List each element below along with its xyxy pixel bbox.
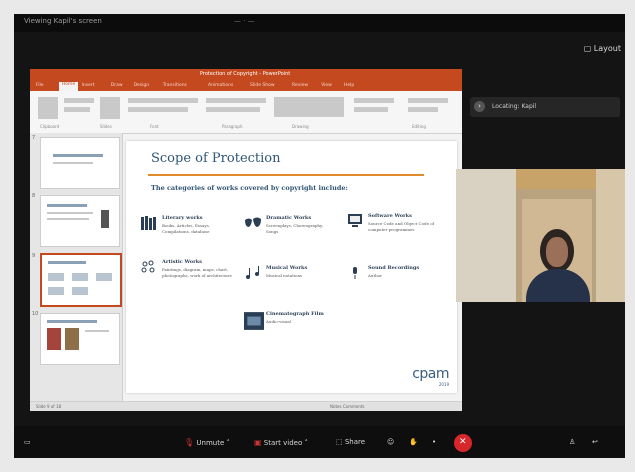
ppt-title: Protection of Copyright - PowerPoint bbox=[200, 71, 291, 77]
work-desc: Author bbox=[368, 273, 382, 278]
work-name: Literary works bbox=[162, 215, 203, 221]
locating-participant-bar[interactable]: › Locating: Kapil bbox=[470, 97, 620, 117]
layout-button[interactable]: ▢ Layout bbox=[584, 44, 621, 53]
computer-icon bbox=[348, 214, 362, 227]
work-desc: Books, Articles, Essays, Compilations, d… bbox=[162, 223, 210, 234]
raise-hand-icon[interactable]: ✋ bbox=[409, 438, 418, 446]
ribbon-group-paragraph: Paragraph bbox=[222, 124, 243, 129]
palette-icon bbox=[141, 260, 155, 273]
reactions-icon[interactable]: ☺ bbox=[387, 438, 394, 446]
work-name: Sound Recordings bbox=[368, 265, 420, 271]
chat-icon[interactable]: ▭ bbox=[24, 438, 31, 446]
layout-icon: ▢ bbox=[583, 44, 592, 53]
ppt-status-bar: Slide 9 of 18 Notes Comments bbox=[30, 401, 462, 411]
start-video-button[interactable]: ▣ Start video ˄ bbox=[254, 438, 308, 447]
ribbon-group-drawing: Drawing bbox=[292, 124, 309, 129]
participants-icon[interactable]: ♙ bbox=[569, 438, 575, 446]
ppt-tab[interactable]: Transitions bbox=[163, 83, 187, 88]
status-right: Notes Comments bbox=[330, 404, 365, 409]
window-title-bar: Viewing Kapil's screen — · — bbox=[14, 14, 625, 32]
ppt-tab[interactable]: Animations bbox=[208, 83, 233, 88]
slide-thumbnail-pane: 7 8 9 10 bbox=[30, 133, 123, 401]
work-desc: Audio-visual bbox=[266, 319, 291, 324]
ppt-title-bar: Protection of Copyright - PowerPoint bbox=[30, 69, 462, 81]
film-icon bbox=[244, 312, 264, 330]
ppt-tab[interactable]: Review bbox=[292, 83, 308, 88]
ppt-tab[interactable]: Insert bbox=[82, 83, 95, 88]
slide-thumbnail[interactable] bbox=[40, 313, 120, 365]
slide-thumbnail[interactable] bbox=[40, 195, 120, 247]
slide-subtitle: The categories of works covered by copyr… bbox=[151, 184, 348, 192]
books-icon bbox=[141, 216, 156, 230]
ppt-ribbon: Clipboard Slides Font Paragraph Drawing … bbox=[30, 91, 462, 134]
ppt-tab[interactable]: Help bbox=[344, 83, 354, 88]
slide-canvas: Scope of Protection The categories of wo… bbox=[126, 141, 457, 393]
work-name: Software Works bbox=[368, 213, 412, 219]
participant-icon: › bbox=[474, 101, 485, 112]
microphone-muted-icon: 🎙 bbox=[184, 438, 195, 447]
ribbon-group-editing: Editing bbox=[412, 124, 426, 129]
slide-thumbnail[interactable] bbox=[40, 137, 120, 189]
share-icon: ⬚ bbox=[336, 438, 343, 446]
meeting-toolbar: ▭ 🎙 Unmute ˄ ▣ Start video ˄ ⬚ Share ☺ ✋… bbox=[14, 426, 625, 458]
phone-hangup-icon: ✕ bbox=[459, 437, 467, 447]
window-title: Viewing Kapil's screen bbox=[24, 17, 102, 25]
ppt-tab[interactable]: View bbox=[321, 83, 332, 88]
end-call-button[interactable]: ✕ bbox=[454, 434, 472, 452]
work-name: Dramatic Works bbox=[266, 215, 312, 221]
work-name: Artistic Works bbox=[162, 259, 202, 265]
work-name: Musical Works bbox=[266, 265, 308, 271]
ribbon-group-slides: Slides bbox=[100, 124, 112, 129]
window-center-text: — · — bbox=[234, 17, 255, 25]
meeting-window: Viewing Kapil's screen — · — ▢ Layout Pr… bbox=[14, 14, 625, 458]
ppt-tab[interactable]: Slide Show bbox=[250, 83, 275, 88]
music-notes-icon bbox=[246, 266, 259, 279]
ribbon-group-clipboard: Clipboard bbox=[40, 124, 60, 129]
ppt-ribbon-tabs: File Home Insert Draw Design Transitions Anima… bbox=[30, 81, 462, 91]
ribbon-group-font: Font bbox=[150, 124, 159, 129]
layout-label: Layout bbox=[593, 44, 621, 53]
masks-icon bbox=[245, 217, 261, 227]
ppt-tab[interactable]: Draw bbox=[111, 83, 123, 88]
cpam-logo: cpam 2019 bbox=[412, 366, 449, 387]
slide-title: Scope of Protection bbox=[151, 151, 281, 166]
work-desc: Source Code and Object Code of computer … bbox=[368, 221, 435, 232]
shared-presentation: Protection of Copyright - PowerPoint Fil… bbox=[30, 69, 462, 411]
slide-counter: Slide 9 of 18 bbox=[36, 404, 62, 409]
work-name: Cinematograph Film bbox=[266, 311, 324, 317]
work-desc: Musical notations bbox=[266, 273, 303, 278]
slide-thumbnail-selected[interactable] bbox=[40, 253, 122, 307]
share-button[interactable]: ⬚ Share bbox=[336, 438, 365, 446]
leave-icon[interactable]: ↩ bbox=[592, 438, 598, 446]
ppt-tab[interactable]: Home bbox=[58, 82, 79, 91]
participant-video[interactable] bbox=[456, 169, 625, 302]
work-desc: Screenplays, Choreography, Songs bbox=[266, 223, 324, 234]
title-underline bbox=[148, 174, 424, 176]
locating-label: Locating: Kapil bbox=[492, 103, 537, 110]
camera-off-icon: ▣ bbox=[254, 438, 262, 447]
work-desc: Paintings, diagram, maps, chart, photogr… bbox=[162, 267, 232, 278]
ppt-tab[interactable]: File bbox=[36, 83, 44, 88]
more-icon[interactable]: • bbox=[432, 438, 436, 446]
unmute-button[interactable]: 🎙 Unmute ˄ bbox=[184, 438, 230, 447]
microphone-icon bbox=[353, 267, 357, 279]
ppt-tab[interactable]: Design bbox=[134, 83, 150, 88]
